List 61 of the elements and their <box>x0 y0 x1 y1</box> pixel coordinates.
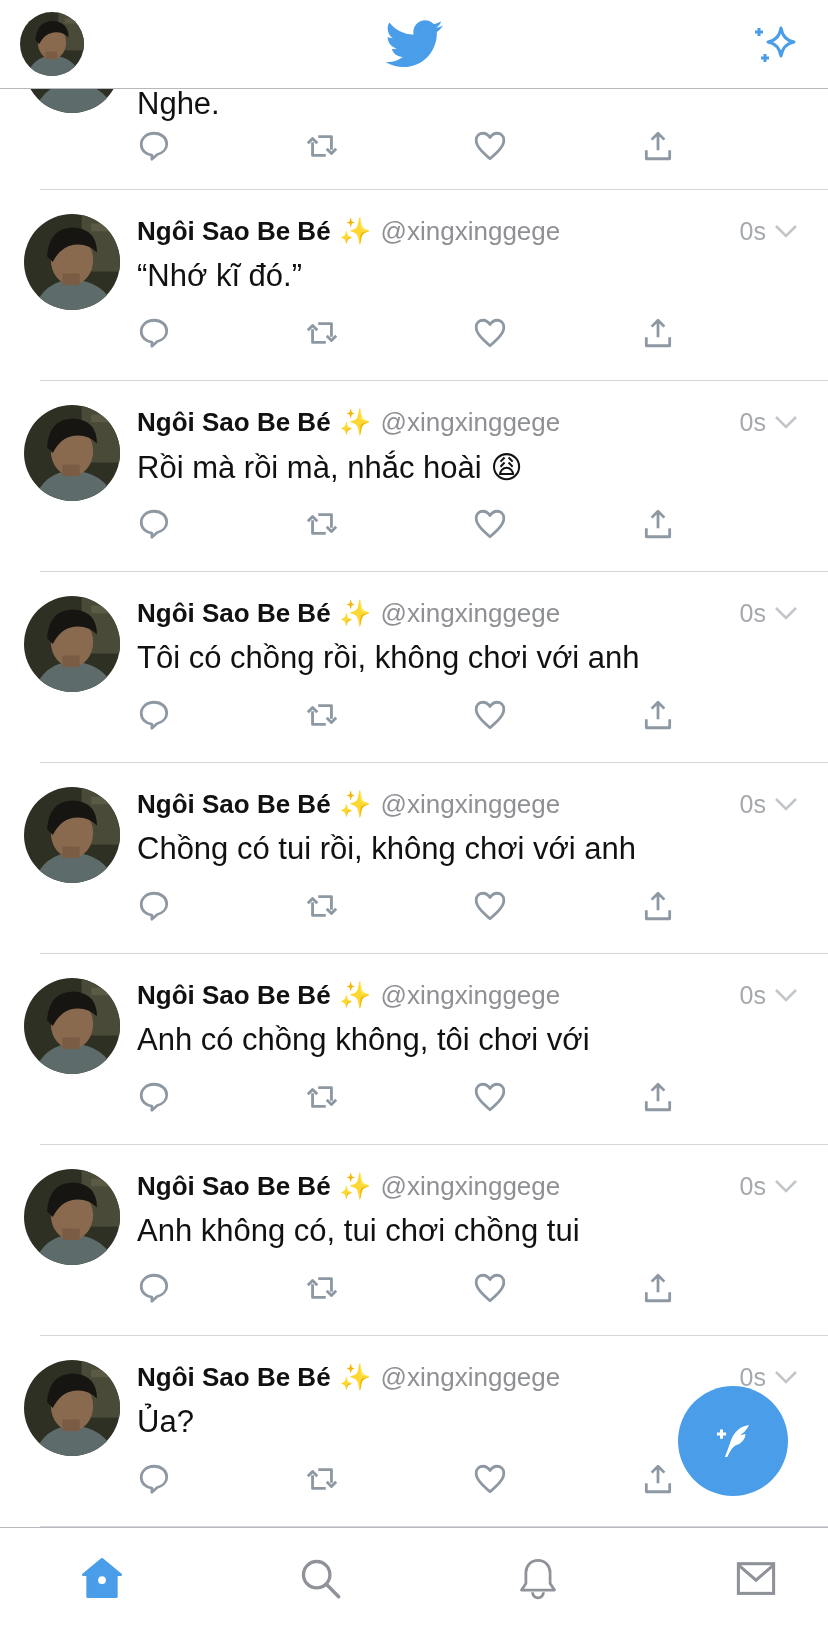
chevron-down-icon[interactable] <box>774 606 798 620</box>
user-handle: @xingxinggege <box>380 1361 561 1393</box>
reply-icon[interactable] <box>137 1080 171 1114</box>
reply-icon[interactable] <box>137 889 171 923</box>
user-handle: @xingxinggege <box>380 215 561 247</box>
reply-icon[interactable] <box>137 129 171 163</box>
reply-icon[interactable] <box>137 1462 171 1496</box>
reply-icon[interactable] <box>137 507 171 541</box>
sparkles-emoji: ✨ <box>338 215 371 247</box>
timestamp: 0s <box>739 1171 766 1201</box>
timestamp: 0s <box>739 789 766 819</box>
heart-icon[interactable] <box>473 1271 507 1305</box>
tweet-text: Tôi có chồng rồi, không chơi với anh <box>137 640 641 676</box>
sparkles-emoji: ✨ <box>338 788 371 820</box>
user-handle: @xingxinggege <box>380 597 561 629</box>
chevron-down-icon[interactable] <box>774 1179 798 1193</box>
tweet-text: Anh có chồng không, tôi chơi với <box>137 1022 591 1058</box>
tweet-text: Chồng có tui rồi, không chơi với anh <box>137 831 638 867</box>
home-tab[interactable] <box>80 1556 124 1600</box>
heart-icon[interactable] <box>473 889 507 923</box>
user-handle: @xingxinggege <box>380 788 561 820</box>
tweet-text: Rồi mà rồi mà, nhắc hoài 😩 <box>137 449 524 485</box>
chevron-down-icon[interactable] <box>774 1370 798 1384</box>
tweet-text: “Nhớ kĩ đó.” <box>137 258 304 294</box>
user-name[interactable]: Ngôi Sao Be Bé <box>137 788 331 820</box>
timestamp: 0s <box>739 407 766 437</box>
chevron-down-icon[interactable] <box>774 224 798 238</box>
reply-icon[interactable] <box>137 698 171 732</box>
tweet-text: Ủa? <box>137 1404 195 1440</box>
heart-icon[interactable] <box>473 129 507 163</box>
sparkles-emoji: ✨ <box>338 1170 371 1202</box>
timestamp: 0s <box>739 1362 766 1392</box>
reply-icon[interactable] <box>137 1271 171 1305</box>
timestamp: 0s <box>739 598 766 628</box>
heart-icon[interactable] <box>473 698 507 732</box>
user-handle: @xingxinggege <box>380 406 561 438</box>
chevron-down-icon[interactable] <box>774 415 798 429</box>
user-name[interactable]: Ngôi Sao Be Bé <box>137 1361 331 1393</box>
timestamp: 0s <box>739 216 766 246</box>
heart-icon[interactable] <box>473 507 507 541</box>
user-name[interactable]: Ngôi Sao Be Bé <box>137 597 331 629</box>
heart-icon[interactable] <box>473 316 507 350</box>
sparkles-emoji: ✨ <box>338 597 371 629</box>
tweet-text: Nghe. <box>137 89 221 119</box>
tweet-text: Anh không có, tui chơi chồng tui <box>137 1213 581 1249</box>
chevron-down-icon[interactable] <box>774 988 798 1002</box>
heart-icon[interactable] <box>473 1080 507 1114</box>
sparkles-emoji: ✨ <box>338 979 371 1011</box>
user-name[interactable]: Ngôi Sao Be Bé <box>137 979 331 1011</box>
bird-logo-icon <box>386 20 444 68</box>
reply-icon[interactable] <box>137 316 171 350</box>
sparkles-emoji: ✨ <box>338 1361 371 1393</box>
heart-icon[interactable] <box>473 1462 507 1496</box>
user-name[interactable]: Ngôi Sao Be Bé <box>137 215 331 247</box>
sparkles-emoji: ✨ <box>338 406 371 438</box>
user-handle: @xingxinggege <box>380 1170 561 1202</box>
user-name[interactable]: Ngôi Sao Be Bé <box>137 1170 331 1202</box>
chevron-down-icon[interactable] <box>774 797 798 811</box>
user-name[interactable]: Ngôi Sao Be Bé <box>137 406 331 438</box>
user-handle: @xingxinggege <box>380 979 561 1011</box>
timestamp: 0s <box>739 980 766 1010</box>
